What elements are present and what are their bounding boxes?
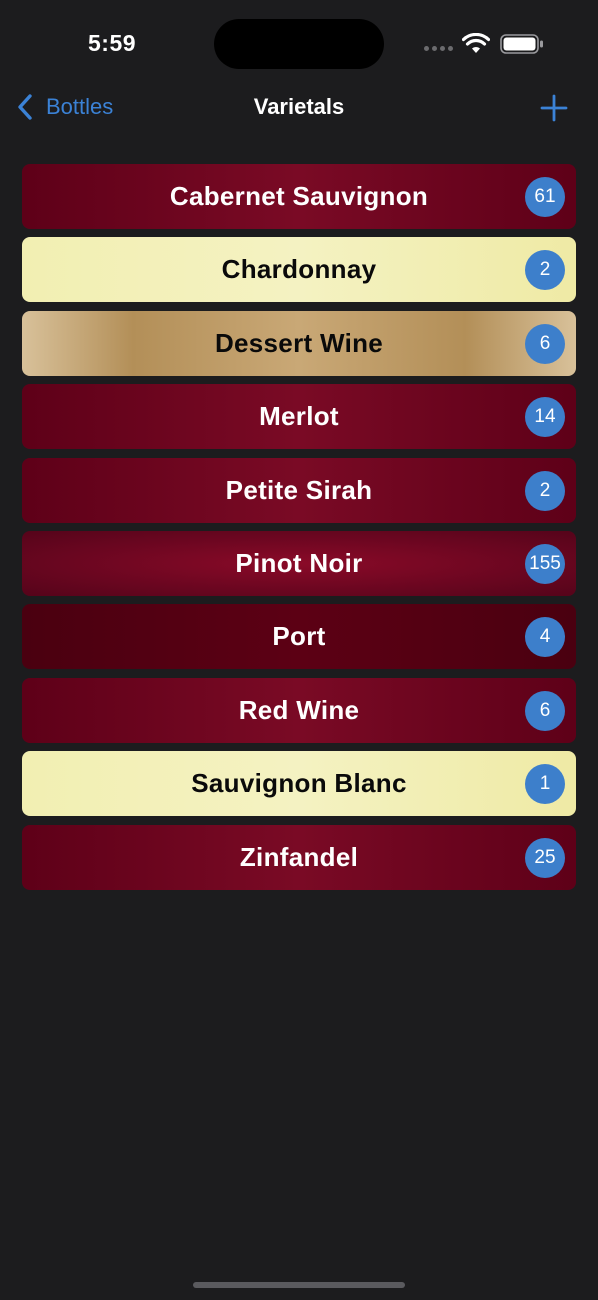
varietal-row[interactable]: Red Wine 6 — [22, 677, 576, 743]
cellular-signal-icon — [424, 46, 453, 51]
bottle-count-badge: 14 — [525, 397, 565, 438]
varietal-name: Port — [272, 621, 326, 652]
varietal-name: Sauvignon Blanc — [191, 768, 407, 799]
bottle-count-badge: 2 — [525, 250, 565, 291]
varietal-name: Petite Sirah — [225, 474, 373, 505]
status-time: 5:59 — [88, 30, 137, 56]
status-bar: 5:59 — [0, 0, 598, 80]
varietal-name: Dessert Wine — [214, 327, 384, 358]
varietal-row[interactable]: Sauvignon Blanc 1 — [22, 751, 576, 817]
varietal-name: Merlot — [259, 401, 339, 432]
varietal-name: Pinot Noir — [235, 547, 363, 578]
bottle-count-badge: 1 — [525, 764, 565, 805]
bottle-count-badge: 6 — [525, 690, 565, 731]
page-title: Varietals — [253, 94, 345, 119]
varietal-row[interactable]: Petite Sirah 2 — [22, 457, 576, 523]
varietal-row[interactable]: Cabernet Sauvignon 61 — [22, 164, 576, 229]
varietal-row[interactable]: Zinfandel 25 — [22, 824, 576, 890]
varietal-row[interactable]: Pinot Noir 155 — [22, 530, 576, 596]
bottle-count-badge: 155 — [525, 543, 565, 584]
dynamic-island — [214, 19, 384, 69]
bottle-count-badge: 61 — [525, 177, 565, 217]
varietal-name: Chardonnay — [221, 254, 377, 285]
battery-icon — [500, 34, 543, 54]
bottle-count-badge: 25 — [525, 837, 565, 878]
bottle-count-badge: 2 — [525, 470, 565, 511]
varietal-name: Red Wine — [238, 694, 360, 725]
plus-icon[interactable] — [540, 94, 568, 122]
varietal-row[interactable]: Merlot 14 — [22, 384, 576, 450]
navigation-bar: Bottles Varietals — [0, 80, 598, 136]
varietal-row[interactable]: Port 4 — [22, 604, 576, 670]
varietal-name: Cabernet Sauvignon — [169, 181, 429, 211]
home-indicator[interactable] — [193, 1282, 405, 1288]
varietal-row[interactable]: Chardonnay 2 — [22, 237, 576, 303]
varietal-name: Zinfandel — [239, 841, 359, 872]
bottle-count-badge: 6 — [525, 323, 565, 364]
varietal-list: Cabernet Sauvignon 61 Chardonnay 2 Desse… — [22, 164, 576, 898]
wifi-icon — [462, 33, 490, 53]
bottle-count-badge: 4 — [525, 617, 565, 658]
varietal-row[interactable]: Dessert Wine 6 — [22, 310, 576, 376]
